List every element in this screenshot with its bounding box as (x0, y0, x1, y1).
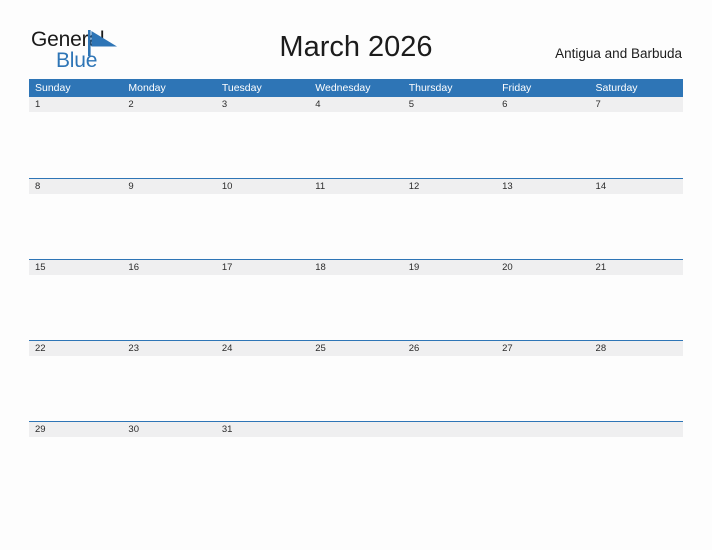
week-row: 29 30 31 (29, 421, 683, 503)
day-cell[interactable]: 23 (122, 341, 215, 356)
day-cell[interactable]: 12 (403, 179, 496, 194)
day-cell[interactable]: 15 (29, 260, 122, 275)
weekday-monday: Monday (128, 82, 166, 94)
day-cell[interactable]: 8 (29, 179, 122, 194)
day-cell[interactable]: 19 (403, 260, 496, 275)
day-cell-empty (590, 422, 683, 437)
weekday-saturday: Saturday (595, 82, 638, 94)
weekday-friday: Friday (502, 82, 532, 94)
day-cell[interactable]: 28 (590, 341, 683, 356)
page-header: General Blue March 2026 Antigua and Barb… (0, 0, 712, 78)
day-cell[interactable]: 6 (496, 97, 589, 112)
day-cell[interactable]: 21 (590, 260, 683, 275)
day-cell[interactable]: 13 (496, 179, 589, 194)
date-number-band: 15 16 17 18 19 20 21 (29, 260, 683, 275)
day-cell[interactable]: 4 (309, 97, 402, 112)
week-event-area[interactable] (29, 437, 683, 503)
week-row: 1 2 3 4 5 6 7 (29, 97, 683, 178)
calendar-grid: Sunday Monday Tuesday Wednesday Thursday… (29, 79, 683, 503)
day-cell[interactable]: 9 (122, 179, 215, 194)
weekday-wednesday: Wednesday (315, 82, 371, 94)
week-row: 22 23 24 25 26 27 28 (29, 340, 683, 422)
date-number-band: 8 9 10 11 12 13 14 (29, 179, 683, 194)
weekday-sunday: Sunday (35, 82, 71, 94)
week-event-area[interactable] (29, 112, 683, 178)
day-cell[interactable]: 10 (216, 179, 309, 194)
weekday-thursday: Thursday (408, 82, 453, 94)
day-cell[interactable]: 20 (496, 260, 589, 275)
day-cell[interactable]: 11 (309, 179, 402, 194)
day-cell[interactable]: 18 (309, 260, 402, 275)
day-cell[interactable]: 17 (216, 260, 309, 275)
week-event-area[interactable] (29, 275, 683, 341)
day-cell[interactable]: 25 (309, 341, 402, 356)
day-cell[interactable]: 1 (29, 97, 122, 112)
day-cell[interactable]: 16 (122, 260, 215, 275)
date-number-band: 22 23 24 25 26 27 28 (29, 341, 683, 356)
day-cell[interactable]: 7 (590, 97, 683, 112)
week-event-area[interactable] (29, 356, 683, 422)
day-cell[interactable]: 31 (216, 422, 309, 437)
day-cell[interactable]: 22 (29, 341, 122, 356)
day-cell[interactable]: 30 (122, 422, 215, 437)
week-event-area[interactable] (29, 194, 683, 260)
week-row: 8 9 10 11 12 13 14 (29, 178, 683, 260)
weekday-tuesday: Tuesday (221, 82, 262, 94)
day-cell[interactable]: 24 (216, 341, 309, 356)
day-cell-empty (403, 422, 496, 437)
day-cell[interactable]: 26 (403, 341, 496, 356)
day-cell[interactable]: 14 (590, 179, 683, 194)
day-cell[interactable]: 29 (29, 422, 122, 437)
weekday-header-row: Sunday Monday Tuesday Wednesday Thursday… (29, 79, 683, 97)
day-cell-empty (496, 422, 589, 437)
day-cell-empty (309, 422, 402, 437)
day-cell[interactable]: 5 (403, 97, 496, 112)
day-cell[interactable]: 3 (216, 97, 309, 112)
day-cell[interactable]: 2 (122, 97, 215, 112)
date-number-band: 29 30 31 (29, 422, 683, 437)
date-number-band: 1 2 3 4 5 6 7 (29, 97, 683, 112)
region-label: Antigua and Barbuda (555, 46, 682, 61)
week-row: 15 16 17 18 19 20 21 (29, 259, 683, 341)
day-cell[interactable]: 27 (496, 341, 589, 356)
